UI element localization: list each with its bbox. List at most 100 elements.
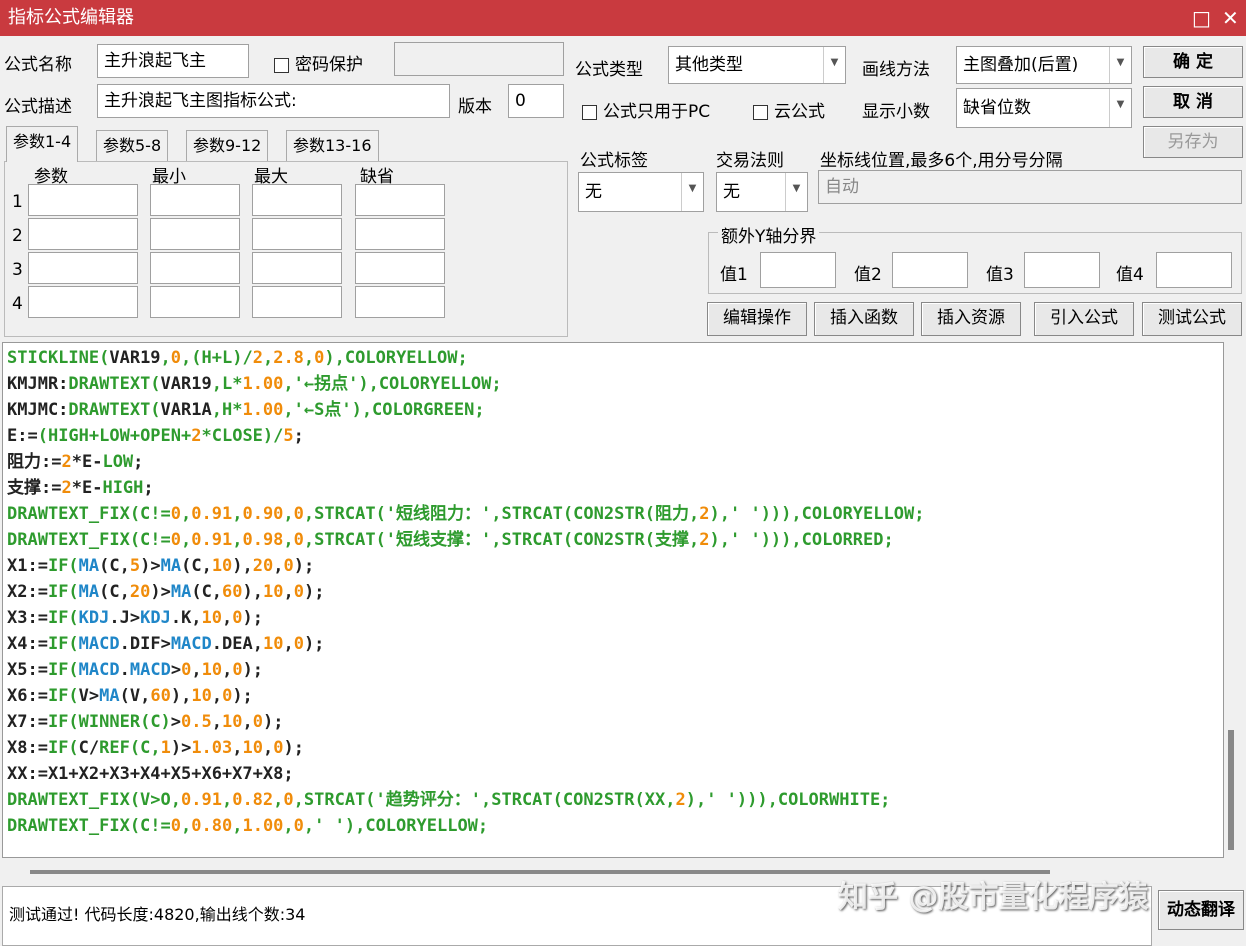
save-as-button[interactable]: 另存为 [1143, 126, 1243, 158]
edit-ops-button[interactable]: 编辑操作 [707, 302, 807, 336]
y-value-1-label: 值1 [720, 265, 748, 285]
code-line: X8:=IF(C/REF(C,1)>1.03,10,0); [7, 735, 1223, 761]
code-token: ); [293, 556, 315, 576]
param-input-max[interactable] [252, 184, 342, 216]
code-token: 1.00 [242, 816, 284, 836]
tab-params-9-12[interactable]: 参数9-12 [186, 130, 269, 162]
version-input[interactable]: 0 [508, 84, 564, 118]
y-value-3-input[interactable] [1024, 252, 1100, 288]
cancel-button[interactable]: 取 消 [1143, 86, 1243, 118]
code-token: ),COLORYELLOW; [324, 348, 468, 368]
param-input-max[interactable] [252, 286, 342, 318]
code-token: 0 [293, 530, 304, 550]
dynamic-translate-button[interactable]: 动态翻译 [1158, 890, 1244, 930]
code-token: 0 [170, 348, 182, 368]
decimal-select[interactable]: 缺省位数 ▼ [956, 88, 1132, 128]
insert-function-button[interactable]: 插入函数 [814, 302, 914, 336]
y-value-4-label: 值4 [1116, 265, 1144, 285]
param-input-name[interactable] [28, 252, 138, 284]
formula-name-input[interactable]: 主升浪起飞主 [97, 44, 249, 78]
close-button[interactable]: ✕ [1222, 0, 1239, 36]
trade-rule-select[interactable]: 无 ▼ [716, 172, 808, 212]
code-token: , [283, 634, 294, 654]
code-token: ,STRCAT('短线阻力：',STRCAT(CON2STR(阻力, [303, 504, 700, 524]
formula-type-select[interactable]: 其他类型 ▼ [668, 46, 846, 84]
param-input-name[interactable] [28, 286, 138, 318]
param-input-min[interactable] [150, 218, 240, 250]
param-input-max[interactable] [252, 252, 342, 284]
password-checkbox[interactable]: 密码保护 [274, 50, 363, 75]
draw-method-select[interactable]: 主图叠加(后置) ▼ [956, 46, 1132, 84]
code-token: , [262, 348, 274, 368]
code-token: , [283, 530, 294, 550]
formula-desc-input[interactable]: 主升浪起飞主图指标公式: [97, 84, 450, 118]
extra-y-axis-title: 额外Y轴分界 [718, 222, 820, 247]
cloud-checkbox[interactable]: 云公式 [753, 97, 825, 122]
param-input-default[interactable] [355, 218, 445, 250]
code-editor[interactable]: STICKLINE(VAR19,0,(H+L)/2,2.8,0),COLORYE… [2, 342, 1224, 858]
code-line: X5:=IF(MACD.MACD>0,10,0); [7, 657, 1223, 683]
code-token: , [181, 530, 192, 550]
param-input-name[interactable] [28, 184, 138, 216]
code-token: DRAWTEXT( [68, 400, 161, 420]
param-input-default[interactable] [355, 286, 445, 318]
code-token: 0.80 [191, 816, 233, 836]
code-token: 60 [150, 686, 171, 706]
code-token: , [242, 712, 253, 732]
code-token: , [273, 790, 284, 810]
code-token: DRAWTEXT_FIX(C!= [7, 530, 171, 550]
y-value-4-input[interactable] [1156, 252, 1232, 288]
code-token: MA [99, 686, 120, 706]
tab-params-1-4[interactable]: 参数1-4 [6, 126, 79, 162]
code-token: 0 [293, 504, 304, 524]
code-token: , [303, 348, 315, 368]
param-input-default[interactable] [355, 252, 445, 284]
code-scrollbar[interactable] [1228, 730, 1234, 850]
code-token: 5 [129, 556, 141, 576]
code-token: 0 [170, 816, 182, 836]
code-token: 0 [293, 634, 304, 654]
param-input-default[interactable] [355, 184, 445, 216]
code-token: STICKLINE( [7, 348, 110, 368]
watermark: 知乎 @股市量化程序猿 [838, 880, 1149, 915]
insert-resource-button[interactable]: 插入资源 [921, 302, 1021, 336]
y-value-2-input[interactable] [892, 252, 968, 288]
param-input-min[interactable] [150, 184, 240, 216]
code-token: 0.5 [181, 712, 212, 732]
param-input-max[interactable] [252, 218, 342, 250]
tab-params-13-16[interactable]: 参数13-16 [286, 130, 379, 162]
code-token: REF(C, [99, 738, 161, 758]
code-token: 2 [699, 530, 710, 550]
tag-select[interactable]: 无 ▼ [578, 172, 704, 212]
tag-label: 公式标签 [580, 151, 648, 171]
code-token: ,'←S点'),COLORGREEN; [283, 400, 485, 420]
param-input-min[interactable] [150, 252, 240, 284]
tab-params-5-8[interactable]: 参数5-8 [96, 130, 169, 162]
y-value-1-input[interactable] [760, 252, 836, 288]
chevron-down-icon: ▼ [681, 173, 703, 211]
trade-rule-label: 交易法则 [716, 151, 784, 171]
maximize-button[interactable]: □ [1192, 0, 1211, 36]
code-token: 0 [314, 348, 325, 368]
code-token: ), [242, 582, 264, 602]
code-token: KDJ [78, 608, 110, 628]
code-line: E:=(HIGH+LOW+OPEN+2*CLOSE)/5; [7, 423, 1223, 449]
title-bar: 指标公式编辑器 [0, 0, 1246, 36]
param-input-name[interactable] [28, 218, 138, 250]
code-token: KMJMC: [7, 400, 69, 420]
code-token: , [181, 504, 192, 524]
axis-lines-input[interactable]: 自动 [818, 170, 1242, 204]
code-token: (C, [99, 582, 130, 602]
import-formula-button[interactable]: 引入公式 [1034, 302, 1134, 336]
code-token: ,(H+L)/ [181, 348, 253, 368]
ok-button[interactable]: 确 定 [1143, 46, 1243, 78]
param-input-min[interactable] [150, 286, 240, 318]
code-token: *CLOSE)/ [201, 426, 284, 446]
code-token: , [211, 712, 223, 732]
code-token: LOW [102, 452, 134, 472]
test-formula-button[interactable]: 测试公式 [1142, 302, 1242, 336]
code-token: )> [140, 556, 161, 576]
code-token: , [273, 556, 284, 576]
pc-only-checkbox[interactable]: 公式只用于PC [582, 97, 710, 122]
password-input[interactable] [394, 42, 564, 76]
